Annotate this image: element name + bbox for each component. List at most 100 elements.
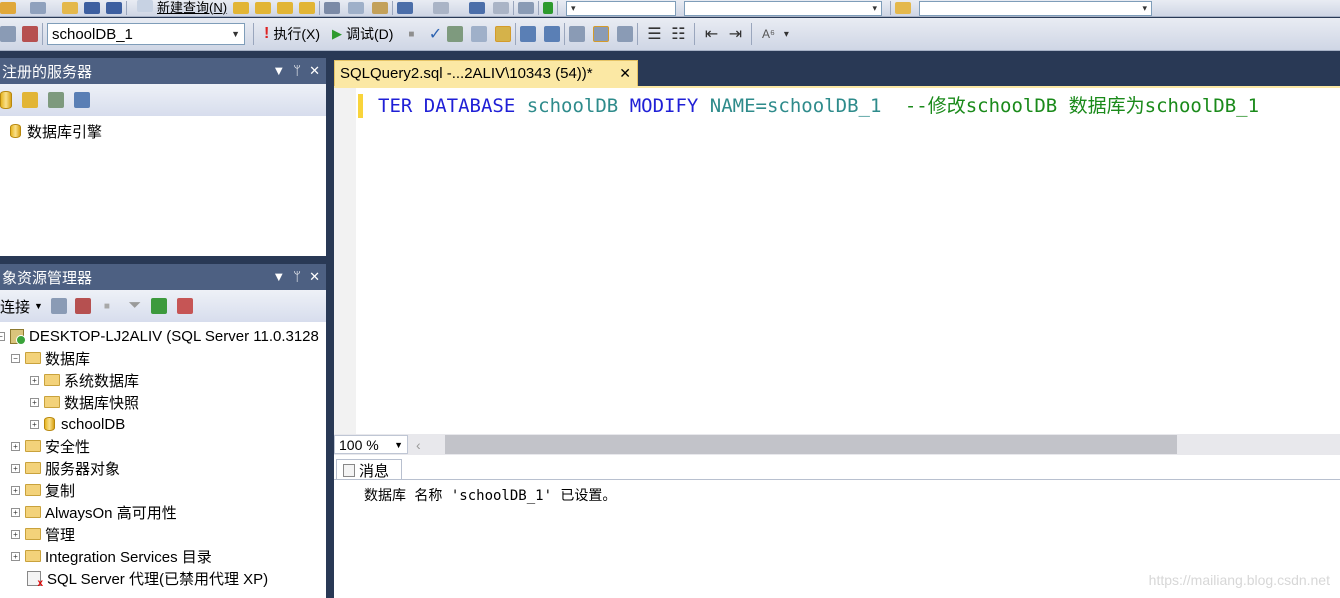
start-debug-icon[interactable] xyxy=(543,2,554,14)
tree-item-integration-services[interactable]: + Integration Services 目录 xyxy=(11,545,212,567)
tree-item-replication[interactable]: + 复制 xyxy=(11,479,75,501)
new-query-button[interactable]: 新建查询(N) xyxy=(137,0,227,16)
tree-item-database-snapshots[interactable]: + 数据库快照 xyxy=(30,391,139,413)
expand-icon[interactable]: + xyxy=(11,441,20,451)
stop-icon[interactable]: ■ xyxy=(97,295,117,317)
execute-button[interactable]: ! 执行(X) xyxy=(264,24,320,44)
reporting-services-icon[interactable] xyxy=(48,92,64,108)
tree-item-schooldb[interactable]: + schoolDB xyxy=(30,413,125,435)
close-icon[interactable]: ✕ xyxy=(309,63,320,79)
stop-refresh-icon[interactable] xyxy=(176,298,193,314)
messages-icon xyxy=(343,464,355,477)
save-icon[interactable] xyxy=(84,2,100,14)
disconnect-server-icon[interactable] xyxy=(74,298,91,314)
editor-horizontal-scrollbar[interactable]: 100 % ▼ ‹ xyxy=(334,434,1340,455)
toolbar-separator xyxy=(513,1,515,15)
open-file-icon[interactable] xyxy=(62,2,78,14)
chevron-down-icon: ▾ xyxy=(1142,2,1148,13)
query-editor[interactable]: ΤER DATABASE schoolDB MODIFY NAME=school… xyxy=(334,86,1340,434)
refresh-icon[interactable] xyxy=(150,298,167,314)
collapse-icon[interactable]: − xyxy=(0,331,5,341)
results-to-text-icon[interactable] xyxy=(617,26,634,42)
tree-item-alwayson[interactable]: + AlwaysOn 高可用性 xyxy=(11,501,177,523)
debug-button[interactable]: ▶ 调试(D) xyxy=(332,24,393,44)
uncomment-lines-icon[interactable]: ☷ xyxy=(668,23,688,45)
tree-item-databases[interactable]: − 数据库 xyxy=(11,347,90,369)
pin-icon[interactable]: ᛘ xyxy=(293,269,301,285)
activity-monitor-icon[interactable] xyxy=(518,2,535,14)
close-icon[interactable]: ✕ xyxy=(309,269,320,285)
toolbar-overflow-icon[interactable]: ▾ xyxy=(782,23,790,45)
tree-item-server[interactable]: − DESKTOP-LJ2ALIV (SQL Server 11.0.3128 xyxy=(0,325,319,347)
tree-item-database-engine[interactable]: 数据库引擎 xyxy=(0,120,102,142)
filter-icon[interactable]: ⏷ xyxy=(125,295,145,317)
integration-services-icon[interactable] xyxy=(74,92,90,108)
expand-icon[interactable]: + xyxy=(11,485,20,495)
increase-indent-icon[interactable]: ⇥ xyxy=(725,23,745,45)
available-databases-combo[interactable]: schoolDB_1 ▼ xyxy=(47,23,245,45)
analysis-services-icon[interactable] xyxy=(22,92,38,108)
results-to-file-icon[interactable] xyxy=(495,26,512,42)
zoom-combo[interactable]: 100 % ▼ xyxy=(334,435,408,454)
tree-item-security[interactable]: + 安全性 xyxy=(11,435,90,457)
scroll-left-icon[interactable]: ‹ xyxy=(416,437,421,453)
comment-lines-icon[interactable]: ☰ xyxy=(644,23,664,45)
parse-check-icon[interactable]: ✓ xyxy=(425,23,445,45)
navigate-icon[interactable] xyxy=(469,2,486,14)
tree-item-management[interactable]: + 管理 xyxy=(11,523,75,545)
panel-menu-chevron-icon[interactable]: ▼ xyxy=(272,269,285,285)
disconnect-icon[interactable] xyxy=(22,26,38,42)
find-combo[interactable]: ▾ xyxy=(919,0,1153,16)
tree-item-server-objects[interactable]: + 服务器对象 xyxy=(11,457,120,479)
include-plan-icon[interactable] xyxy=(569,26,586,42)
estimated-plan-icon[interactable] xyxy=(520,26,537,42)
query-designer-icon[interactable] xyxy=(447,26,464,42)
expand-icon[interactable]: + xyxy=(11,463,20,473)
decrease-indent-icon[interactable]: ⇤ xyxy=(701,23,721,45)
cancel-query-icon[interactable]: ■ xyxy=(401,23,421,45)
expand-icon[interactable]: + xyxy=(11,529,20,539)
specify-values-icon[interactable] xyxy=(471,26,488,42)
dmx-query-icon[interactable] xyxy=(299,2,316,14)
expand-icon[interactable]: + xyxy=(30,397,39,407)
new-project-icon[interactable] xyxy=(0,2,16,14)
expand-icon[interactable]: + xyxy=(11,551,20,561)
paste-icon[interactable] xyxy=(372,2,389,14)
tree-item-system-databases[interactable]: + 系统数据库 xyxy=(30,369,139,391)
db-engine-query-icon[interactable] xyxy=(233,2,250,14)
tab-messages[interactable]: 消息 xyxy=(336,459,402,481)
tab-sqlquery2[interactable]: SQLQuery2.sql -...2ALIV\10343 (54))* ✕ xyxy=(334,60,638,86)
connect-icon[interactable] xyxy=(0,26,16,42)
copy-icon[interactable] xyxy=(348,2,365,14)
solution-config-combo[interactable]: ▾ xyxy=(566,0,677,16)
expand-icon[interactable]: + xyxy=(30,375,39,385)
chevron-down-icon: ▼ xyxy=(34,301,43,311)
scrollbar-thumb[interactable] xyxy=(445,435,1177,454)
cut-icon[interactable] xyxy=(324,2,341,14)
forward-icon[interactable] xyxy=(493,2,510,14)
code-line-1[interactable]: ΤER DATABASE schoolDB MODIFY NAME=school… xyxy=(378,94,1259,118)
client-statistics-icon[interactable] xyxy=(593,26,610,42)
tree-item-label: AlwaysOn 高可用性 xyxy=(45,504,177,522)
specify-template-icon[interactable]: A⁶ xyxy=(758,23,778,45)
pin-icon[interactable]: ᛘ xyxy=(293,63,301,79)
database-engine-icon[interactable] xyxy=(0,91,12,109)
collapse-icon[interactable]: − xyxy=(11,353,20,363)
platform-combo[interactable]: ▾ xyxy=(684,0,883,16)
connect-server-icon[interactable] xyxy=(50,298,67,314)
add-item-icon[interactable] xyxy=(30,2,46,14)
expand-icon[interactable]: + xyxy=(11,507,20,517)
redo-icon[interactable] xyxy=(433,2,450,14)
expand-icon[interactable]: + xyxy=(30,419,39,429)
save-all-icon[interactable] xyxy=(106,2,122,14)
panel-menu-chevron-icon[interactable]: ▼ xyxy=(272,63,285,79)
available-databases-value: schoolDB_1 xyxy=(52,25,133,43)
connect-button[interactable]: 连接 ▼ xyxy=(0,296,43,317)
undo-icon[interactable] xyxy=(397,2,414,14)
analysis-query-icon[interactable] xyxy=(255,2,272,14)
tree-item-sql-agent[interactable]: SQL Server 代理(已禁用代理 XP) xyxy=(27,567,268,589)
close-tab-icon[interactable]: ✕ xyxy=(619,65,631,82)
intellisense-icon[interactable] xyxy=(544,26,561,42)
mdx-query-icon[interactable] xyxy=(277,2,294,14)
find-in-files-icon[interactable] xyxy=(895,2,912,14)
